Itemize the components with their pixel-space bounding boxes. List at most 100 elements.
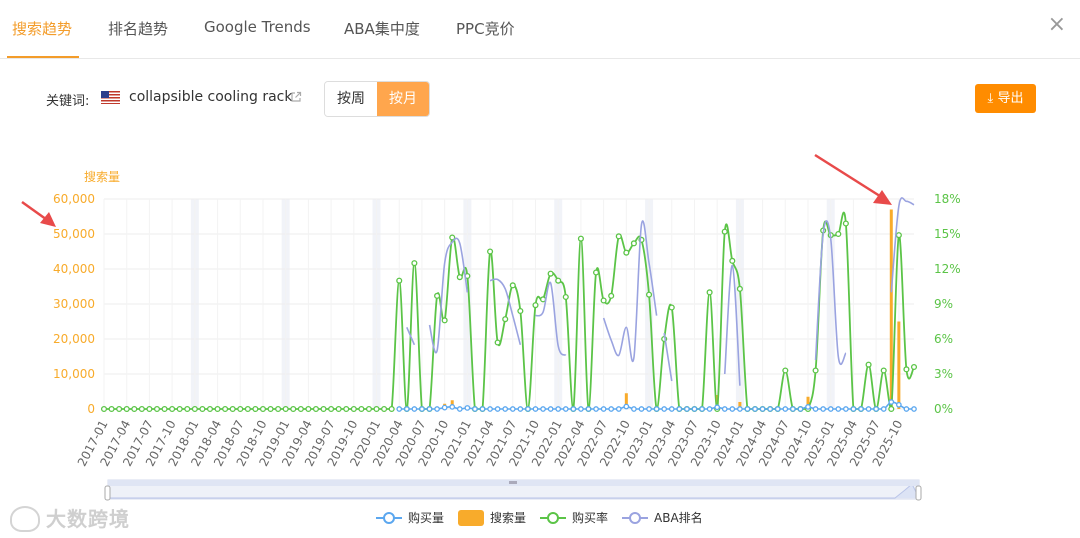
purchase-volume-point: [540, 406, 546, 412]
purchase-rate-point: [540, 296, 547, 303]
slider-handle-right[interactable]: [915, 485, 922, 501]
export-button[interactable]: ⤓ 导出: [975, 84, 1036, 113]
purchase-rate-point: [895, 232, 902, 239]
purchase-volume-point: [464, 405, 471, 411]
by-week-button[interactable]: 按周: [325, 82, 377, 116]
legend-rate[interactable]: 购买率: [540, 510, 608, 525]
close-icon[interactable]: ×: [1048, 14, 1066, 36]
purchase-volume-point: [790, 406, 796, 412]
keyword-text: collapsible cooling rack: [129, 89, 293, 105]
by-month-button[interactable]: 按月: [377, 82, 429, 116]
search-bar: [806, 396, 810, 409]
purchase-rate-point: [774, 405, 781, 413]
purchase-rate-point: [585, 405, 592, 413]
left-arrow: [21, 200, 51, 224]
purchase-rate-point: [267, 405, 274, 413]
purchase-volume-point: [441, 404, 448, 411]
purchase-volume-point: [827, 406, 834, 412]
tab-rank-trend[interactable]: 排名趋势: [108, 18, 168, 39]
purchase-rate-point: [857, 405, 865, 413]
purchase-rate-point: [335, 405, 342, 413]
purchase-volume-point: [631, 406, 637, 412]
chart-grid: [103, 198, 914, 410]
purchase-rate-point: [804, 405, 812, 413]
right-axis-tick: 9%: [934, 297, 953, 311]
purchase-rate-point: [471, 405, 478, 413]
x-axis-tick: 2022-04: [552, 418, 588, 469]
purchase-rate-point: [479, 405, 486, 413]
purchase-volume-point: [456, 406, 463, 412]
purchase-volume-point: [472, 406, 478, 412]
purchase-rate-point: [464, 272, 471, 280]
watermark-logo-icon: [10, 505, 40, 532]
aba-rank-line: [602, 220, 658, 362]
purchase-rate-point: [381, 405, 388, 413]
year-band: [735, 199, 744, 409]
purchase-volume-point: [797, 406, 804, 412]
slider-handle-left[interactable]: [104, 485, 111, 501]
legend-rank[interactable]: ABA排名: [622, 510, 703, 525]
purchase-rate-point: [721, 228, 728, 235]
aba-rank-line: [535, 281, 567, 357]
tab-ppc-bid[interactable]: PPC竞价: [456, 18, 515, 39]
purchase-volume-point: [805, 404, 811, 410]
x-axis-tick: 2021-01: [438, 418, 474, 469]
purchase-volume-point: [411, 406, 418, 412]
year-band: [826, 199, 835, 409]
x-axis-tick: 2019-01: [256, 418, 292, 469]
purchase-rate-point: [751, 405, 759, 413]
x-axis-tick: 2022-01: [529, 418, 565, 469]
x-axis-tick: 2025-10: [870, 418, 906, 469]
search-bar: [889, 209, 893, 409]
x-axis-tick: 2024-01: [711, 418, 747, 469]
legend-search[interactable]: 搜索量: [458, 510, 526, 526]
purchase-volume-point: [850, 406, 857, 412]
x-axis-tick: 2020-07: [393, 418, 429, 469]
purchase-rate-point: [759, 405, 766, 413]
left-axis-tick: 20,000: [53, 332, 95, 346]
legend-purchase[interactable]: 购买量: [376, 510, 444, 525]
purchase-volume-point: [888, 399, 895, 405]
search-bar: [738, 402, 742, 409]
right-axis-tick: 0%: [934, 402, 953, 416]
x-axis-tick: 2018-01: [166, 418, 202, 469]
active-tab-indicator: [7, 56, 79, 58]
purchase-rate-point: [502, 316, 509, 323]
purchase-volume-point: [646, 406, 652, 412]
purchase-rate-point: [259, 405, 267, 413]
x-axis-tick: 2023-10: [688, 418, 724, 469]
purchase-volume-point: [555, 406, 562, 412]
purchase-volume-point: [767, 406, 774, 412]
purchase-rate-point: [524, 405, 531, 413]
purchase-volume-point: [502, 406, 509, 412]
legend: 购买量 搜索量 购买率 ABA排名: [376, 510, 703, 526]
purchase-rate-point: [676, 405, 683, 413]
purchase-rate-point: [789, 405, 796, 413]
purchase-rate-point: [222, 405, 229, 413]
purchase-rate-point: [593, 269, 600, 276]
purchase-rate-point: [744, 405, 751, 413]
zoom-slider[interactable]: [104, 479, 922, 501]
purchase-volume-point: [638, 406, 645, 412]
external-link-icon[interactable]: [290, 91, 302, 103]
purchase-volume-point: [676, 406, 683, 412]
purchase-volume-point: [562, 406, 569, 412]
right-axis: 0% 3% 6% 9% 12% 15% 18%: [934, 192, 961, 416]
x-axis-tick: 2023-01: [620, 418, 656, 469]
tab-google-trends[interactable]: Google Trends: [204, 18, 311, 36]
tab-bar: 搜索趋势 排名趋势 Google Trends ABA集中度 PPC竞价 ×: [0, 0, 1080, 59]
tab-aba-concentration[interactable]: ABA集中度: [344, 18, 420, 39]
tab-search-trend[interactable]: 搜索趋势: [12, 18, 72, 39]
purchase-rate-point: [683, 405, 690, 413]
aba-rank-line: [890, 197, 915, 293]
purchase-rate-point: [615, 233, 622, 240]
year-band: [463, 199, 472, 409]
purchase-rate-point: [555, 277, 562, 284]
x-axis-tick: 2021-10: [506, 418, 542, 469]
purchase-rate-point: [714, 405, 721, 413]
purchase-rate-point: [608, 292, 615, 299]
left-axis-title: 搜索量: [84, 169, 120, 184]
slider-grip[interactable]: [509, 481, 517, 484]
x-axis-tick: 2023-04: [643, 418, 679, 469]
aba-rank-line: [428, 237, 469, 354]
